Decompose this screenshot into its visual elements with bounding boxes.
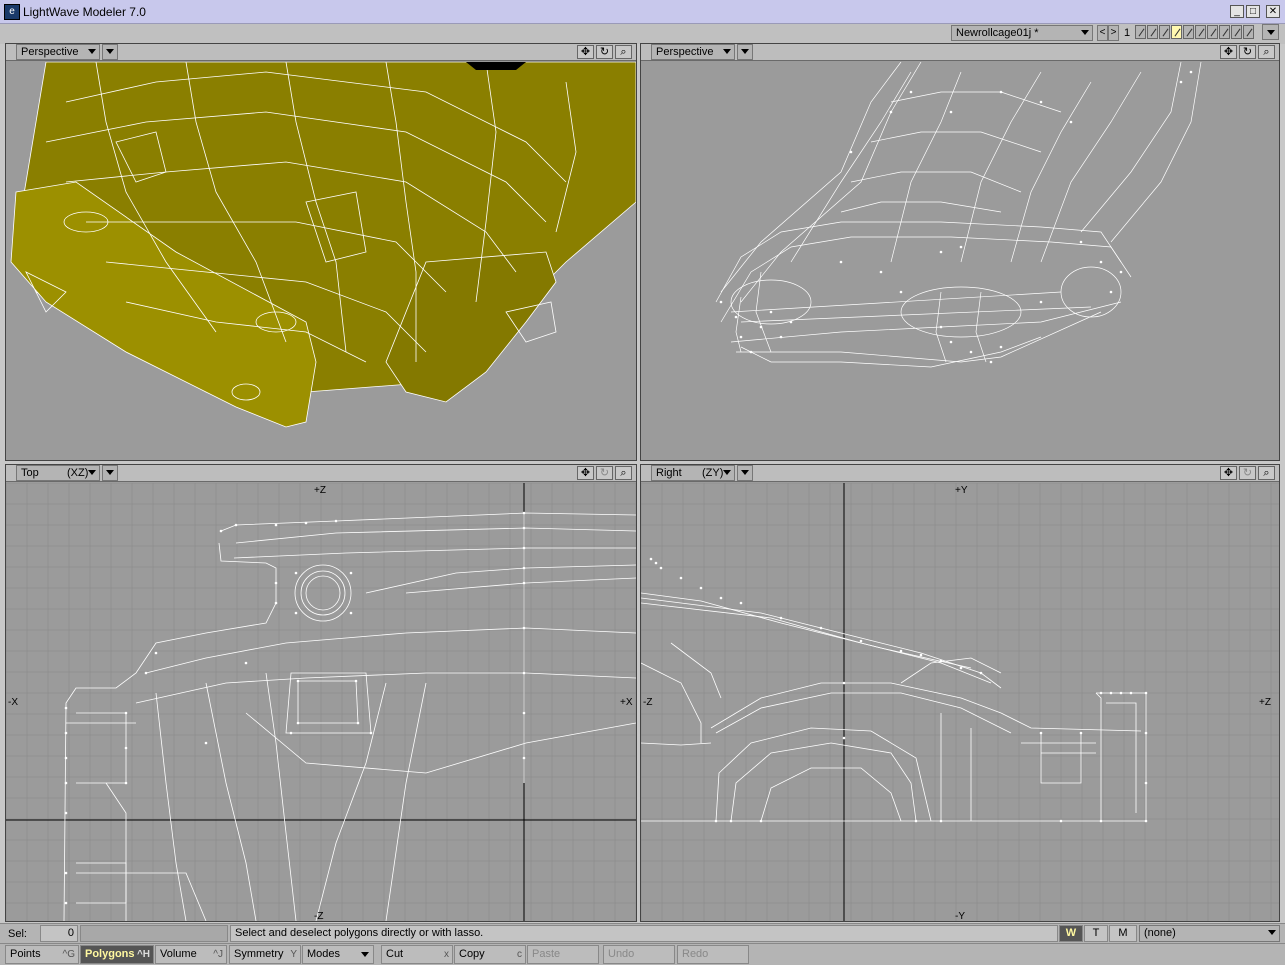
chevron-down-icon bbox=[1081, 30, 1089, 35]
render-mode-select[interactable] bbox=[737, 465, 753, 481]
pan-icon[interactable]: ✥ bbox=[577, 45, 594, 59]
chevron-down-icon bbox=[106, 49, 114, 54]
axis-label-bottom: -Z bbox=[314, 911, 323, 921]
viewport-canvas[interactable] bbox=[641, 62, 1279, 460]
chevron-down-icon bbox=[361, 952, 369, 957]
chevron-down-icon bbox=[723, 470, 731, 475]
axis-label-right: +X bbox=[620, 697, 633, 708]
object-selector[interactable]: Newrollcage01j * bbox=[951, 25, 1093, 41]
chevron-down-icon bbox=[741, 470, 749, 475]
viewport-canvas[interactable] bbox=[6, 62, 636, 460]
status-bar: Sel: 0 Select and deselect polygons dire… bbox=[0, 923, 1285, 943]
pan-icon[interactable]: ✥ bbox=[1220, 466, 1237, 480]
selection-count: 0 bbox=[40, 925, 78, 942]
viewport-header: Perspective ✥ ↻ ⌕ bbox=[6, 44, 636, 61]
minimize-button[interactable]: _ bbox=[1230, 5, 1244, 18]
undo-button[interactable]: Undo bbox=[603, 945, 675, 964]
layer-button-2[interactable] bbox=[1147, 25, 1158, 39]
surface-select[interactable]: (none) bbox=[1139, 925, 1280, 942]
layer-button-10[interactable] bbox=[1243, 25, 1254, 39]
selection-label: Sel: bbox=[8, 928, 27, 940]
viewport-top-left[interactable]: Perspective ✥ ↻ ⌕ bbox=[5, 43, 637, 461]
zoom-icon[interactable]: ⌕ bbox=[1258, 466, 1275, 480]
app-icon[interactable]: e bbox=[4, 4, 20, 20]
morph-toggle[interactable]: M bbox=[1109, 925, 1137, 942]
rotate-icon[interactable]: ↻ bbox=[1239, 466, 1256, 480]
layer-button-8[interactable] bbox=[1219, 25, 1230, 39]
axis-label-right: +Z bbox=[1259, 697, 1271, 708]
render-mode-select[interactable] bbox=[102, 465, 118, 481]
texture-toggle[interactable]: T bbox=[1084, 925, 1108, 942]
axis-label-left: -X bbox=[8, 697, 18, 708]
help-message: Select and deselect polygons directly or… bbox=[230, 925, 1058, 942]
layer-button-6[interactable] bbox=[1195, 25, 1206, 39]
symmetry-button[interactable]: Symmetry Y bbox=[229, 945, 301, 964]
view-axes: (ZY) bbox=[702, 467, 724, 479]
chevron-down-icon bbox=[741, 49, 749, 54]
layer-button-5[interactable] bbox=[1183, 25, 1194, 39]
render-mode-select[interactable] bbox=[737, 44, 753, 60]
modes-dropdown[interactable]: Modes bbox=[302, 945, 374, 964]
chevron-down-icon bbox=[723, 49, 731, 54]
viewport-top-right[interactable]: Perspective ✥ ↻ ⌕ bbox=[640, 43, 1280, 461]
view-type-select[interactable]: Perspective bbox=[16, 44, 100, 60]
axis-label-left: -Z bbox=[643, 697, 652, 708]
layer-number: 1 bbox=[1124, 27, 1131, 39]
pan-icon[interactable]: ✥ bbox=[1220, 45, 1237, 59]
zoom-icon[interactable]: ⌕ bbox=[615, 466, 632, 480]
axis-label-top: +Z bbox=[314, 485, 326, 496]
layer-prev-button[interactable]: < bbox=[1097, 25, 1108, 41]
maximize-button[interactable]: □ bbox=[1246, 5, 1260, 18]
paste-button[interactable]: Paste bbox=[527, 945, 599, 964]
command-bar: Points ^G Polygons ^H Volume ^J Symmetry Y M… bbox=[0, 943, 1285, 965]
chevron-down-icon bbox=[106, 470, 114, 475]
view-type-select[interactable]: Right (ZY) bbox=[651, 465, 735, 481]
rotate-icon[interactable]: ↻ bbox=[596, 466, 613, 480]
zoom-icon[interactable]: ⌕ bbox=[615, 45, 632, 59]
layer-button-7[interactable] bbox=[1207, 25, 1218, 39]
chevron-down-icon bbox=[1268, 930, 1276, 935]
chevron-down-icon bbox=[88, 470, 96, 475]
copy-button[interactable]: Copy c bbox=[454, 945, 526, 964]
view-axes: (XZ) bbox=[67, 467, 89, 479]
layer-button-4[interactable] bbox=[1171, 25, 1182, 39]
view-type-select[interactable]: Top (XZ) bbox=[16, 465, 100, 481]
view-type-select[interactable]: Perspective bbox=[651, 44, 735, 60]
cut-button[interactable]: Cut x bbox=[381, 945, 453, 964]
viewport-header: Top (XZ) ✥ ↻ ⌕ bbox=[6, 465, 636, 482]
close-button[interactable]: ✕ bbox=[1266, 5, 1280, 18]
render-mode-select[interactable] bbox=[102, 44, 118, 60]
polygons-mode-button[interactable]: Polygons ^H bbox=[80, 945, 154, 964]
viewport-header: Perspective ✥ ↻ ⌕ bbox=[641, 44, 1279, 61]
chevron-down-icon bbox=[1267, 30, 1275, 35]
pan-icon[interactable]: ✥ bbox=[577, 466, 594, 480]
rotate-icon[interactable]: ↻ bbox=[1239, 45, 1256, 59]
layer-next-button[interactable]: > bbox=[1108, 25, 1119, 41]
window-title: LightWave Modeler 7.0 bbox=[23, 5, 146, 19]
object-name: Newrollcage01j * bbox=[956, 27, 1039, 39]
wireframe-toggle[interactable]: W bbox=[1059, 925, 1083, 942]
viewport-bottom-right[interactable]: Right (ZY) ✥ ↻ ⌕ +Y -Y -Z +Z bbox=[640, 464, 1280, 922]
redo-button[interactable]: Redo bbox=[677, 945, 749, 964]
chevron-down-icon bbox=[88, 49, 96, 54]
layer-button-9[interactable] bbox=[1231, 25, 1242, 39]
axis-label-bottom: -Y bbox=[955, 911, 965, 921]
layer-button-3[interactable] bbox=[1159, 25, 1170, 39]
viewport-header: Right (ZY) ✥ ↻ ⌕ bbox=[641, 465, 1279, 482]
zoom-icon[interactable]: ⌕ bbox=[1258, 45, 1275, 59]
status-spacer bbox=[80, 925, 228, 942]
viewport-bottom-left[interactable]: Top (XZ) ✥ ↻ ⌕ +Z -Z -X +X bbox=[5, 464, 637, 922]
rotate-icon[interactable]: ↻ bbox=[596, 45, 613, 59]
layer-button-1[interactable] bbox=[1135, 25, 1146, 39]
volume-mode-button[interactable]: Volume ^J bbox=[155, 945, 227, 964]
viewport-canvas[interactable]: +Y -Y -Z +Z bbox=[641, 483, 1279, 921]
title-bar: e LightWave Modeler 7.0 _ □ ✕ bbox=[0, 0, 1285, 24]
axis-label-top: +Y bbox=[955, 485, 968, 496]
top-toolbar: Newrollcage01j * < > 1 bbox=[0, 24, 1285, 44]
points-mode-button[interactable]: Points ^G bbox=[5, 945, 79, 964]
viewport-canvas[interactable]: +Z -Z -X +X bbox=[6, 483, 636, 921]
layer-menu-button[interactable] bbox=[1262, 24, 1279, 40]
